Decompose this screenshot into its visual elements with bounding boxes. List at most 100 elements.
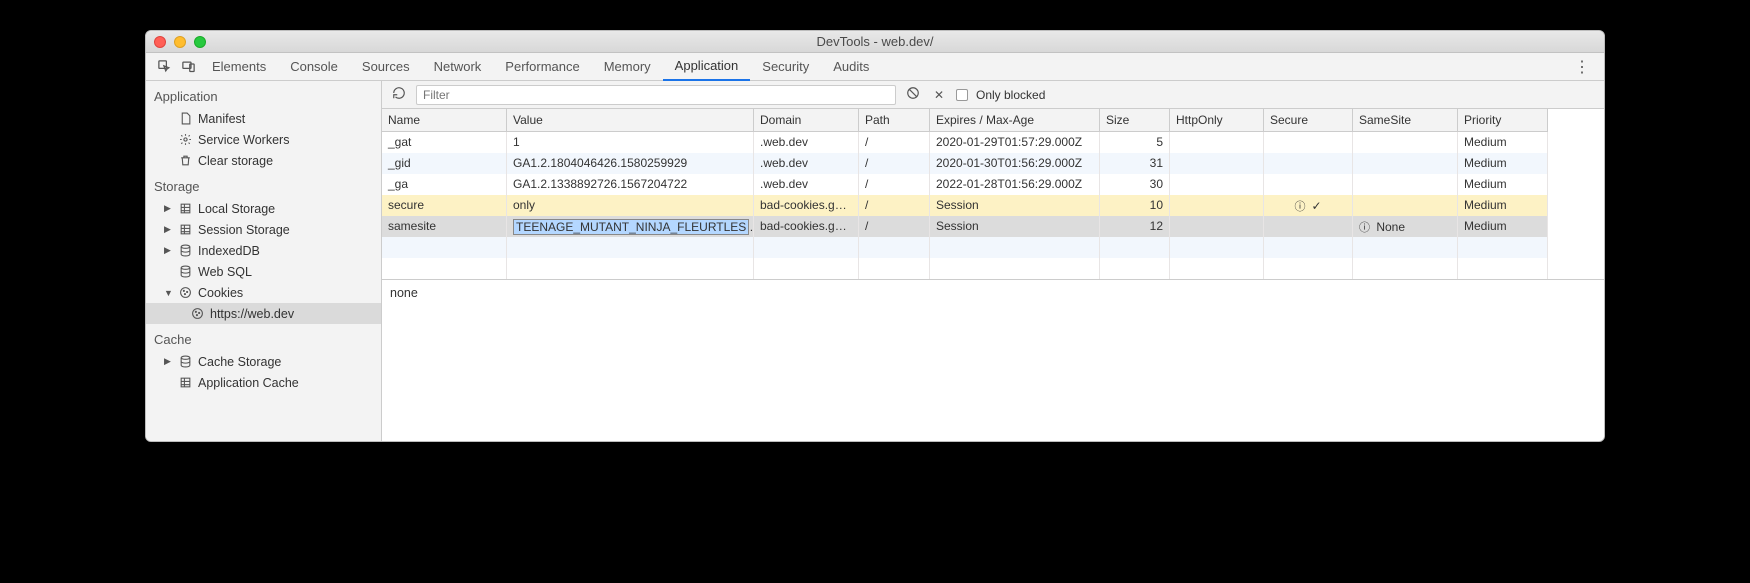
cell-priority[interactable]: Medium — [1458, 195, 1548, 216]
sidebar-item-indexeddb[interactable]: ▶IndexedDB — [146, 240, 381, 261]
cell-domain[interactable]: bad-cookies.g… — [754, 195, 859, 216]
cell-name[interactable]: _ga — [382, 174, 507, 195]
cell-priority[interactable]: Medium — [1458, 132, 1548, 153]
cell-name[interactable]: _gat — [382, 132, 507, 153]
sidebar-item-manifest[interactable]: Manifest — [146, 108, 381, 129]
cell-path[interactable]: / — [859, 216, 930, 237]
tab-performance[interactable]: Performance — [493, 53, 591, 81]
more-icon[interactable]: ⋮ — [1566, 57, 1598, 77]
column-header-domain[interactable]: Domain — [754, 109, 859, 132]
only-blocked-checkbox[interactable] — [956, 89, 968, 101]
cell-priority[interactable]: Medium — [1458, 153, 1548, 174]
table-row[interactable]: _gat1.web.dev/2020-01-29T01:57:29.000Z5 M… — [382, 132, 1604, 153]
cell-size[interactable]: 5 — [1100, 132, 1170, 153]
cell-size[interactable]: 12 — [1100, 216, 1170, 237]
cell-httponly[interactable] — [1170, 132, 1264, 153]
cell-value[interactable]: TEENAGE_MUTANT_NINJA_FLEURTLES — [507, 216, 754, 237]
cell-samesite[interactable]: None — [1353, 216, 1458, 237]
column-header-priority[interactable]: Priority — [1458, 109, 1548, 132]
cell-size[interactable]: 30 — [1100, 174, 1170, 195]
cell-secure[interactable] — [1264, 195, 1353, 216]
sidebar-item-session-storage[interactable]: ▶Session Storage — [146, 219, 381, 240]
sidebar-item-local-storage[interactable]: ▶Local Storage — [146, 198, 381, 219]
inspect-icon[interactable] — [152, 55, 176, 79]
cell-httponly[interactable] — [1170, 153, 1264, 174]
cell-httponly[interactable] — [1170, 216, 1264, 237]
device-toggle-icon[interactable] — [176, 55, 200, 79]
table-row[interactable]: _gidGA1.2.1804046426.1580259929.web.dev/… — [382, 153, 1604, 174]
tab-elements[interactable]: Elements — [200, 53, 278, 81]
cell-value[interactable]: only — [507, 195, 754, 216]
column-header-path[interactable]: Path — [859, 109, 930, 132]
cell-samesite[interactable] — [1353, 195, 1458, 216]
cell-samesite[interactable] — [1353, 132, 1458, 153]
zoom-icon[interactable] — [194, 36, 206, 48]
cell-expires[interactable]: Session — [930, 216, 1100, 237]
cell-expires[interactable]: 2020-01-30T01:56:29.000Z — [930, 153, 1100, 174]
tab-audits[interactable]: Audits — [821, 53, 881, 81]
cell-samesite[interactable] — [1353, 153, 1458, 174]
cell-path[interactable]: / — [859, 153, 930, 174]
sidebar-item-web-sql[interactable]: Web SQL — [146, 261, 381, 282]
cell-value[interactable]: GA1.2.1804046426.1580259929 — [507, 153, 754, 174]
cell-httponly[interactable] — [1170, 174, 1264, 195]
cell-path[interactable]: / — [859, 174, 930, 195]
column-header-samesite[interactable]: SameSite — [1353, 109, 1458, 132]
disclosure-arrow-icon[interactable]: ▶ — [164, 224, 172, 235]
tab-console[interactable]: Console — [278, 53, 350, 81]
cell-domain[interactable]: bad-cookies.g… — [754, 216, 859, 237]
clear-icon[interactable]: ✕ — [930, 88, 948, 102]
sidebar-item-cookies[interactable]: ▼Cookies — [146, 282, 381, 303]
column-header-expires-max-age[interactable]: Expires / Max-Age — [930, 109, 1100, 132]
cell-size[interactable]: 10 — [1100, 195, 1170, 216]
column-header-httponly[interactable]: HttpOnly — [1170, 109, 1264, 132]
column-header-size[interactable]: Size — [1100, 109, 1170, 132]
cell-path[interactable]: / — [859, 132, 930, 153]
cell-priority[interactable]: Medium — [1458, 174, 1548, 195]
cell-secure[interactable] — [1264, 216, 1353, 237]
cell-expires[interactable]: 2020-01-29T01:57:29.000Z — [930, 132, 1100, 153]
cell-domain[interactable]: .web.dev — [754, 174, 859, 195]
disclosure-arrow-icon[interactable]: ▼ — [164, 288, 172, 298]
cell-name[interactable]: _gid — [382, 153, 507, 174]
cell-size[interactable]: 31 — [1100, 153, 1170, 174]
cell-expires[interactable]: 2022-01-28T01:56:29.000Z — [930, 174, 1100, 195]
filter-input[interactable] — [416, 85, 896, 105]
cell-samesite[interactable] — [1353, 174, 1458, 195]
sidebar-item-cache-storage[interactable]: ▶Cache Storage — [146, 351, 381, 372]
tab-sources[interactable]: Sources — [350, 53, 422, 81]
disclosure-arrow-icon[interactable]: ▶ — [164, 203, 172, 214]
tab-memory[interactable]: Memory — [592, 53, 663, 81]
cell-path[interactable]: / — [859, 195, 930, 216]
cell-value-editing[interactable]: TEENAGE_MUTANT_NINJA_FLEURTLES — [513, 219, 749, 235]
cell-secure[interactable] — [1264, 153, 1353, 174]
cell-name[interactable]: samesite — [382, 216, 507, 237]
disclosure-arrow-icon[interactable]: ▶ — [164, 356, 172, 367]
cell-value[interactable]: GA1.2.1338892726.1567204722 — [507, 174, 754, 195]
cell-value[interactable]: 1 — [507, 132, 754, 153]
disclosure-arrow-icon[interactable]: ▶ — [164, 245, 172, 256]
column-header-value[interactable]: Value — [507, 109, 754, 132]
cell-name[interactable]: secure — [382, 195, 507, 216]
sidebar-item-service-workers[interactable]: Service Workers — [146, 129, 381, 150]
cell-priority[interactable]: Medium — [1458, 216, 1548, 237]
cell-expires[interactable]: Session — [930, 195, 1100, 216]
minimize-icon[interactable] — [174, 36, 186, 48]
column-header-secure[interactable]: Secure — [1264, 109, 1353, 132]
table-row[interactable]: samesite TEENAGE_MUTANT_NINJA_FLEURTLES ba… — [382, 216, 1604, 237]
cell-httponly[interactable] — [1170, 195, 1264, 216]
sidebar-item-application-cache[interactable]: Application Cache — [146, 372, 381, 393]
column-header-name[interactable]: Name — [382, 109, 507, 132]
close-icon[interactable] — [154, 36, 166, 48]
cell-secure[interactable] — [1264, 132, 1353, 153]
cell-domain[interactable]: .web.dev — [754, 132, 859, 153]
tab-security[interactable]: Security — [750, 53, 821, 81]
cell-domain[interactable]: .web.dev — [754, 153, 859, 174]
cell-secure[interactable] — [1264, 174, 1353, 195]
sidebar-item-https-web-dev[interactable]: https://web.dev — [146, 303, 381, 324]
tab-application[interactable]: Application — [663, 53, 751, 81]
block-icon[interactable] — [904, 86, 922, 103]
table-row[interactable]: secureonlybad-cookies.g…/Session10 Medium — [382, 195, 1604, 216]
table-row[interactable]: _gaGA1.2.1338892726.1567204722.web.dev/2… — [382, 174, 1604, 195]
refresh-icon[interactable] — [390, 86, 408, 103]
